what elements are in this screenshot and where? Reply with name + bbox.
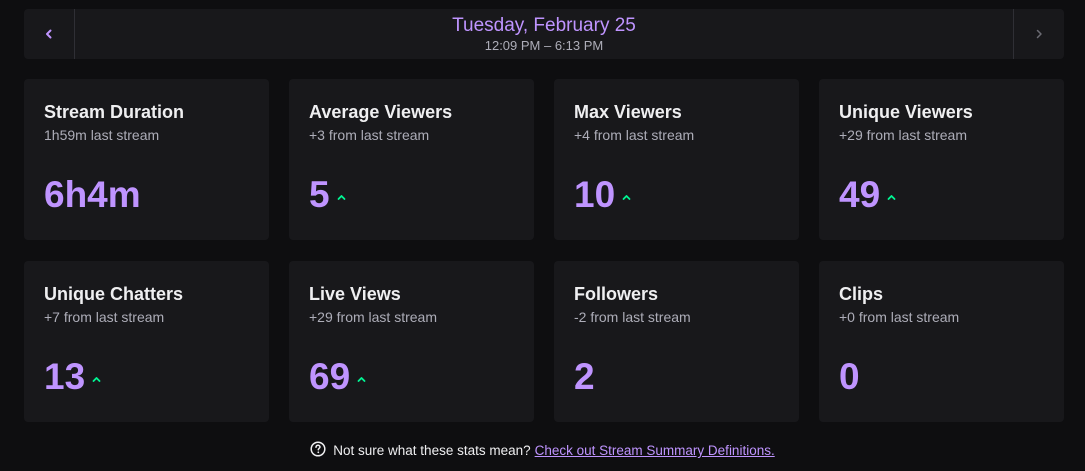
stat-value-row: 5 (309, 173, 346, 217)
stat-value-row: 49 (839, 173, 896, 217)
date-navigator: Tuesday, February 25 12:09 PM – 6:13 PM (24, 9, 1064, 59)
stat-value: 69 (309, 356, 351, 397)
stat-value: 2 (574, 356, 595, 397)
stat-card-average-viewers: Average Viewers +3 from last stream 5 (289, 79, 534, 240)
trend-up-icon (887, 188, 896, 206)
stat-title: Live Views (309, 284, 401, 304)
stat-value: 13 (44, 356, 86, 397)
trend-up-icon (92, 370, 101, 388)
next-stream-button[interactable] (1013, 9, 1064, 59)
stat-title: Unique Viewers (839, 102, 973, 122)
stat-comparison: +3 from last stream (309, 127, 430, 143)
stat-value: 10 (574, 174, 616, 215)
previous-stream-button[interactable] (24, 9, 75, 59)
stat-card-unique-viewers: Unique Viewers +29 from last stream 49 (819, 79, 1064, 240)
stat-value: 5 (309, 174, 330, 215)
stat-title: Stream Duration (44, 102, 185, 122)
stat-card-unique-chatters: Unique Chatters +7 from last stream 13 (24, 261, 269, 422)
chevron-left-icon (45, 29, 53, 39)
stat-value-row: 13 (44, 355, 101, 399)
stream-date-block: Tuesday, February 25 12:09 PM – 6:13 PM (75, 9, 1013, 59)
stat-value-row: 10 (574, 173, 631, 217)
stat-value-row: 69 (309, 355, 366, 399)
stat-value-row: 6h4m (44, 173, 141, 217)
trend-up-icon (622, 188, 631, 206)
chevron-right-icon (1035, 29, 1043, 39)
stat-comparison: 1h59m last stream (44, 127, 160, 143)
stat-title: Max Viewers (574, 102, 682, 122)
stat-comparison: +29 from last stream (309, 309, 437, 325)
stat-comparison: -2 from last stream (574, 309, 691, 325)
stat-value-row: 2 (574, 355, 595, 399)
stream-time-range: 12:09 PM – 6:13 PM (484, 37, 604, 53)
stat-title: Unique Chatters (44, 284, 184, 304)
trend-up-icon (337, 188, 346, 206)
help-text: Not sure what these stats mean? (333, 443, 531, 458)
stat-card-max-viewers: Max Viewers +4 from last stream 10 (554, 79, 799, 240)
stat-value-row: 0 (839, 355, 860, 399)
stats-grid: Stream Duration 1h59m last stream 6h4m Aver… (24, 79, 1065, 422)
stat-comparison: +29 from last stream (839, 127, 967, 143)
trend-up-icon (357, 370, 366, 388)
stream-date: Tuesday, February 25 (452, 14, 636, 36)
stat-value: 0 (839, 356, 860, 397)
stat-card-followers: Followers -2 from last stream 2 (554, 261, 799, 422)
stat-comparison: +4 from last stream (574, 127, 695, 143)
stream-summary-definitions-link[interactable]: Check out Stream Summary Definitions. (535, 443, 775, 458)
stat-title: Followers (574, 284, 659, 304)
stat-value: 49 (839, 174, 881, 215)
stat-title: Average Viewers (309, 102, 453, 122)
help-circle-icon (310, 441, 326, 460)
stat-card-clips: Clips +0 from last stream 0 (819, 261, 1064, 422)
stat-card-stream-duration: Stream Duration 1h59m last stream 6h4m (24, 79, 269, 240)
stat-comparison: +0 from last stream (839, 309, 960, 325)
stat-card-live-views: Live Views +29 from last stream 69 (289, 261, 534, 422)
stat-comparison: +7 from last stream (44, 309, 165, 325)
stat-title: Clips (839, 284, 884, 304)
help-footer: Not sure what these stats mean? Check ou… (0, 441, 1085, 460)
stat-value: 6h4m (44, 174, 141, 215)
